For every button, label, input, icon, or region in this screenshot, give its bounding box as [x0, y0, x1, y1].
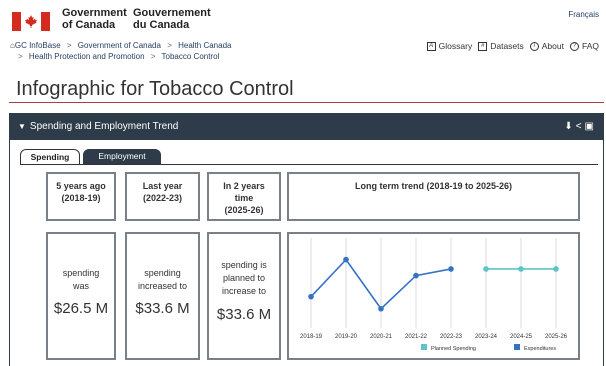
gov-fr-line2: du Canada — [133, 19, 190, 31]
card-body-5-years-ago: spending was $26.5 M — [46, 232, 116, 360]
legend-swatch — [514, 344, 520, 350]
data-point[interactable] — [483, 266, 489, 272]
gouvernement-du-canada-wordmark[interactable]: Gouvernement du Canada — [133, 7, 211, 31]
breadcrumb-current: Tobacco Control — [161, 52, 220, 61]
card-amount: $33.6 M — [135, 300, 190, 317]
legend-label[interactable]: Planned Spending — [431, 346, 476, 352]
faq-link[interactable]: ? FAQ — [569, 41, 599, 51]
card-head-line: time — [234, 193, 254, 203]
breadcrumb-separator: > — [18, 52, 23, 61]
card-head-5-years-ago: 5 years ago (2018-19) — [46, 172, 116, 221]
breadcrumb-separator: > — [167, 41, 172, 50]
language-toggle-link[interactable]: Français — [568, 10, 599, 19]
collapse-caret-icon[interactable]: ▼ — [18, 122, 26, 131]
title-underline — [9, 102, 604, 103]
x-tick-label: 2019-20 — [335, 334, 358, 340]
card-head-line: (2018-19) — [61, 193, 101, 203]
about-link[interactable]: i About — [529, 41, 564, 51]
card-label: spending — [62, 268, 100, 278]
canada-flag-icon[interactable] — [12, 12, 50, 31]
x-tick-label: 2024-25 — [510, 334, 533, 340]
data-point[interactable] — [343, 256, 349, 263]
breadcrumb-gc-infobase[interactable]: GC InfoBase — [15, 41, 61, 50]
panel-tools: ⬇<▣ — [564, 114, 597, 140]
page-title: Infographic for Tobacco Control — [16, 78, 294, 100]
glossary-link[interactable]: A Glossary — [426, 41, 473, 51]
faq-label: FAQ — [581, 41, 599, 51]
breadcrumb-separator: > — [150, 52, 156, 61]
government-of-canada-wordmark[interactable]: Government of Canada — [62, 7, 127, 31]
x-tick-label: 2018-19 — [300, 334, 323, 340]
datasets-link[interactable]: # Datasets — [478, 41, 524, 51]
question-icon: ? — [569, 41, 579, 51]
card-head-line: In 2 years — [223, 181, 265, 191]
trend-panel: ▼ Spending and Employment Trend ⬇<▣ Spend… — [9, 113, 604, 366]
breadcrumb-health-canada[interactable]: Health Canada — [178, 41, 231, 50]
trend-card-title: Long term trend (2018-19 to 2025-26) — [354, 181, 513, 191]
panel-title: Spending and Employment Trend — [29, 121, 179, 132]
about-label: About — [541, 41, 564, 51]
download-icon[interactable]: ⬇ — [564, 121, 575, 132]
card-head-line: 5 years ago — [56, 181, 106, 191]
card-head-long-term-trend: Long term trend (2018-19 to 2025-26) — [287, 172, 580, 221]
card-body-trend-chart: 2018-19 2019-20 2020-21 2021-22 2022-23 2023-… — [287, 232, 580, 360]
breadcrumb: ⌂GC InfoBase > Government of Canada > He… — [10, 40, 231, 62]
x-tick-label: 2023-24 — [475, 334, 498, 340]
card-body-in-2-years: spending is planned to increase to $33.6… — [207, 232, 281, 360]
book-icon: A — [426, 41, 436, 51]
data-point[interactable] — [448, 266, 454, 272]
breadcrumb-health-protection[interactable]: Health Protection and Promotion — [29, 52, 145, 61]
card-label: increased to — [137, 281, 188, 291]
tab-spending[interactable]: Spending — [20, 149, 80, 165]
trend-line-chart: 2018-19 2019-20 2020-21 2021-22 2022-23 2023-… — [300, 238, 568, 352]
card-label: was — [72, 281, 89, 291]
card-body-last-year: spending increased to $33.6 M — [125, 232, 200, 360]
legend-label[interactable]: Expenditures — [524, 346, 556, 352]
data-point[interactable] — [518, 266, 524, 272]
gov-fr-line1: Gouvernement — [133, 7, 211, 19]
x-tick-label: 2022-23 — [440, 334, 463, 340]
info-icon: i — [529, 41, 539, 51]
data-point[interactable] — [553, 266, 559, 272]
glossary-label: Glossary — [438, 41, 473, 51]
card-label: increase to — [221, 286, 267, 296]
gov-en-line1: Government — [62, 7, 127, 19]
gov-en-line2: of Canada — [62, 19, 116, 31]
card-head-line: (2025-26) — [224, 205, 264, 215]
x-tick-label: 2020-21 — [370, 334, 393, 340]
datasets-label: Datasets — [490, 41, 524, 51]
tab-divider — [20, 164, 598, 165]
panel-header[interactable]: ▼ Spending and Employment Trend ⬇<▣ — [10, 114, 603, 140]
card-head-line: (2022-23) — [142, 193, 183, 203]
gc-header: Government of Canada Gouvernement du Can… — [0, 0, 606, 40]
card-head-line: Last year — [142, 181, 183, 191]
card-label: planned to — [222, 273, 266, 283]
legend-swatch — [421, 344, 427, 350]
table-icon: # — [478, 41, 488, 51]
card-head-last-year: Last year (2022-23) — [125, 172, 200, 221]
data-point[interactable] — [413, 272, 419, 279]
card-head-in-2-years: In 2 years time (2025-26) — [207, 172, 281, 221]
share-icon[interactable]: < — [576, 121, 585, 132]
tab-employment[interactable]: Employment — [83, 149, 161, 165]
data-point[interactable] — [308, 293, 314, 300]
card-label: spending — [144, 268, 181, 278]
breadcrumb-government-of-canada[interactable]: Government of Canada — [78, 41, 161, 50]
card-amount: $26.5 M — [53, 300, 109, 317]
screenshot-icon[interactable]: ▣ — [585, 121, 597, 132]
x-tick-label: 2025-26 — [545, 334, 568, 340]
utility-toolbar: A Glossary # Datasets i About ? FAQ — [426, 41, 599, 51]
card-label: spending is — [221, 260, 267, 270]
x-tick-label: 2021-22 — [405, 334, 428, 340]
card-amount: $33.6 M — [216, 306, 272, 323]
breadcrumb-separator: > — [66, 41, 72, 50]
data-point[interactable] — [378, 305, 384, 312]
